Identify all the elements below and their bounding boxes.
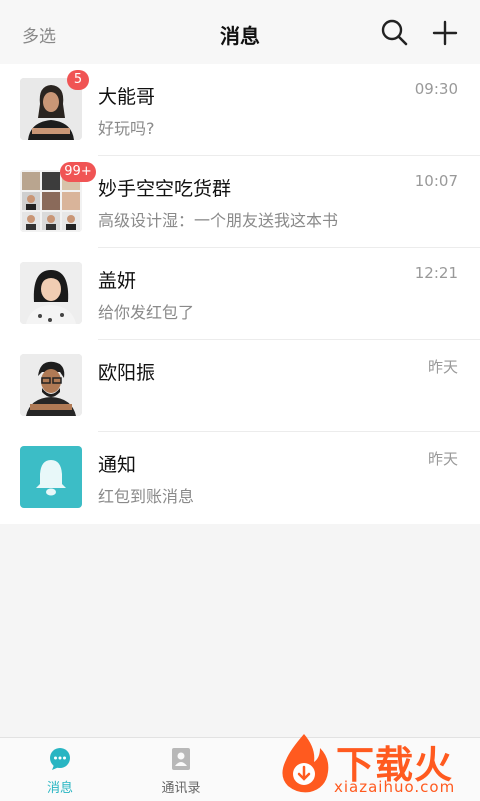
- conversation-preview: 高级设计湿：一个朋友送我这本书: [98, 211, 339, 230]
- unread-badge: 5: [67, 70, 89, 90]
- conversation-item[interactable]: 99+ 妙手空空吃货群 高级设计湿：一个朋友送我这本书 10:07: [0, 156, 480, 248]
- conversation-name: 妙手空空吃货群: [98, 178, 232, 200]
- conversation-item[interactable]: 欧阳振 昨天: [0, 340, 480, 432]
- watermark-url: xiazaihuo.com: [334, 778, 456, 796]
- tab-contacts-label: 通讯录: [161, 781, 201, 796]
- plus-icon[interactable]: [430, 18, 460, 48]
- conversation-preview: 好玩吗?: [98, 119, 155, 138]
- search-icon[interactable]: [380, 18, 410, 48]
- conversation-name: 盖妍: [98, 270, 137, 292]
- conversation-time: 10:07: [414, 172, 458, 190]
- unread-badge: 99+: [60, 162, 96, 182]
- conversation-preview: 给你发红包了: [98, 303, 195, 322]
- conversation-item[interactable]: 5 大能哥 好玩吗? 09:30: [0, 64, 480, 156]
- conversation-item[interactable]: 盖妍 给你发红包了 12:21: [0, 248, 480, 340]
- avatar: [20, 354, 82, 416]
- flame-logo-icon: [282, 734, 329, 793]
- tab-contacts[interactable]: 通讯录: [136, 738, 226, 801]
- notification-avatar: [20, 446, 82, 508]
- watermark-logo: 下载火 xiazaihuo.com: [274, 730, 474, 796]
- contacts-book-icon: [172, 748, 190, 770]
- conversation-time: 12:21: [414, 264, 458, 282]
- tab-messages-label: 消息: [46, 781, 73, 796]
- conversation-name: 大能哥: [98, 86, 156, 108]
- avatar: [20, 262, 82, 324]
- top-nav-bar: 多选 消息: [0, 0, 480, 65]
- conversation-list: 5 大能哥 好玩吗? 09:30 99+ 妙手空空吃货群 高级设计湿：一个朋友送…: [0, 64, 480, 524]
- conversation-preview: 红包到账消息: [98, 487, 195, 506]
- conversation-name: 通知: [98, 454, 137, 476]
- conversation-time: 09:30: [414, 80, 458, 98]
- conversation-time: 昨天: [427, 450, 458, 468]
- tab-messages[interactable]: 消息: [15, 738, 105, 801]
- bell-icon: [20, 446, 82, 508]
- conversation-name: 欧阳振: [98, 362, 156, 384]
- chat-bubble-icon: [50, 748, 70, 770]
- conversation-time: 昨天: [427, 358, 458, 376]
- conversation-item[interactable]: 通知 红包到账消息 昨天: [0, 432, 480, 524]
